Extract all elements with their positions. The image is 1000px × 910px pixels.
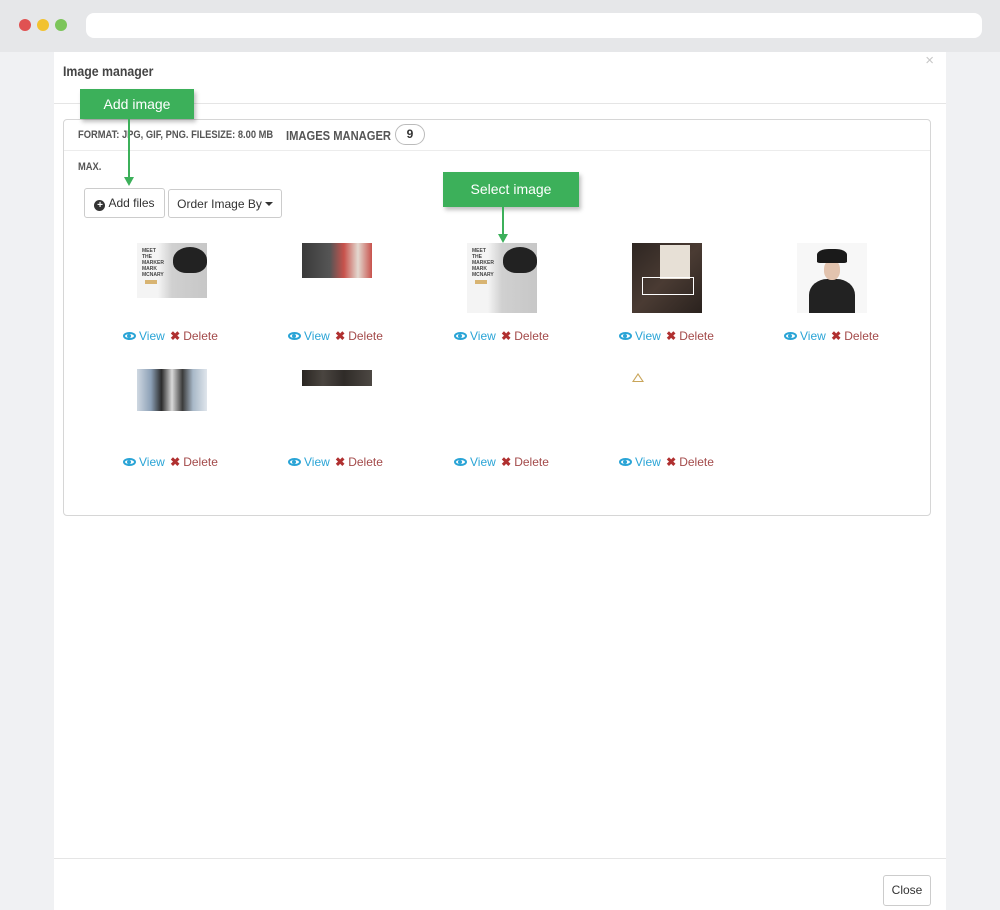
view-link[interactable]: View: [784, 329, 826, 343]
eye-icon: [123, 458, 136, 466]
eye-icon: [619, 332, 632, 340]
select-image-arrow-head: [498, 234, 508, 243]
image-actions: View ✖ Delete: [288, 455, 383, 469]
delete-link[interactable]: ✖ Delete: [829, 329, 879, 343]
image-thumbnail[interactable]: [797, 243, 867, 313]
image-thumbnail[interactable]: [302, 243, 372, 278]
select-image-arrow-line: [502, 207, 504, 235]
delete-link[interactable]: ✖ Delete: [499, 455, 549, 469]
delete-link[interactable]: ✖ Delete: [333, 455, 383, 469]
image-actions: View ✖ Delete: [123, 329, 218, 343]
image-actions: View ✖ Delete: [454, 455, 549, 469]
add-image-arrow-line: [128, 119, 130, 178]
image-count-badge: 9: [395, 124, 425, 145]
image-thumbnail[interactable]: [632, 243, 702, 313]
image-thumbnail[interactable]: [467, 369, 537, 389]
thumbnail-tag: [475, 280, 487, 284]
view-link[interactable]: View: [619, 455, 661, 469]
view-link[interactable]: View: [454, 455, 496, 469]
x-mark-icon: ✖: [170, 455, 181, 469]
x-mark-icon: ✖: [666, 455, 677, 469]
image-thumbnail[interactable]: [302, 370, 372, 386]
view-link[interactable]: View: [619, 329, 661, 343]
x-mark-icon: ✖: [335, 329, 346, 343]
eye-icon: [454, 458, 467, 466]
close-icon[interactable]: ×: [925, 52, 934, 70]
delete-link[interactable]: ✖ Delete: [664, 329, 714, 343]
view-link[interactable]: View: [288, 455, 330, 469]
x-mark-icon: ✖: [666, 329, 677, 343]
add-image-arrow-head: [124, 177, 134, 186]
view-link[interactable]: View: [123, 329, 165, 343]
image-actions: View ✖ Delete: [784, 329, 879, 343]
image-actions: View ✖ Delete: [454, 329, 549, 343]
hat-shape: [503, 247, 537, 273]
card-shape: [642, 277, 694, 295]
add-files-label: Add files: [108, 196, 155, 210]
view-link[interactable]: View: [288, 329, 330, 343]
face-shape: [824, 260, 840, 280]
browser-chrome: [0, 0, 1000, 52]
view-link[interactable]: View: [123, 455, 165, 469]
close-button[interactable]: Close: [883, 875, 931, 906]
eye-icon: [454, 332, 467, 340]
panel-header: FORMAT: JPG, GIF, PNG. FILESIZE: 8.00 MB…: [64, 120, 930, 151]
window-maximize-dot[interactable]: [55, 19, 67, 31]
modal-title: Image manager: [63, 63, 154, 79]
delete-link[interactable]: ✖ Delete: [499, 329, 549, 343]
delete-link[interactable]: ✖ Delete: [333, 329, 383, 343]
max-info: MAX.: [78, 161, 102, 173]
thumbnail-tag: [145, 280, 157, 284]
eye-icon: [784, 332, 797, 340]
thumbnail-text: MEET THE MARKER MARK MCNARY: [472, 248, 494, 278]
image-thumbnail[interactable]: [137, 369, 207, 411]
broken-image-icon: [632, 373, 644, 382]
plus-circle-icon: +: [94, 200, 106, 211]
view-link[interactable]: View: [454, 329, 496, 343]
caret-down-icon: [264, 202, 273, 206]
modal-footer: Close: [54, 858, 946, 910]
delete-link[interactable]: ✖ Delete: [664, 455, 714, 469]
eye-icon: [288, 458, 301, 466]
x-mark-icon: ✖: [501, 455, 512, 469]
image-actions: View ✖ Delete: [288, 329, 383, 343]
eye-icon: [288, 332, 301, 340]
select-image-callout: Select image: [443, 172, 579, 207]
add-image-callout: Add image: [80, 89, 194, 119]
image-actions: View ✖ Delete: [123, 455, 218, 469]
magazine-shape: [660, 245, 690, 279]
x-mark-icon: ✖: [831, 329, 842, 343]
images-manager-label: IMAGES MANAGER: [286, 128, 391, 143]
hat-shape: [173, 247, 207, 273]
image-actions: View ✖ Delete: [619, 455, 714, 469]
image-actions: View ✖ Delete: [619, 329, 714, 343]
thumbnail-text: MEET THE MARKER MARK MCNARY: [142, 248, 164, 278]
image-thumbnail[interactable]: MEET THE MARKER MARK MCNARY: [467, 243, 537, 313]
x-mark-icon: ✖: [501, 329, 512, 343]
order-image-by-dropdown[interactable]: Order Image By: [168, 189, 282, 218]
body-shape: [809, 279, 855, 313]
delete-link[interactable]: ✖ Delete: [168, 329, 218, 343]
x-mark-icon: ✖: [170, 329, 181, 343]
add-files-button[interactable]: + Add files: [84, 188, 165, 218]
window-minimize-dot[interactable]: [37, 19, 49, 31]
hat-shape: [817, 249, 847, 263]
delete-link[interactable]: ✖ Delete: [168, 455, 218, 469]
order-image-by-label: Order Image By: [177, 197, 262, 211]
format-info: FORMAT: JPG, GIF, PNG. FILESIZE: 8.00 MB: [78, 129, 274, 141]
eye-icon: [619, 458, 632, 466]
image-thumbnail[interactable]: MEET THE MARKER MARK MCNARY: [137, 243, 207, 298]
image-thumbnail[interactable]: [632, 373, 646, 385]
eye-icon: [123, 332, 136, 340]
window-close-dot[interactable]: [19, 19, 31, 31]
address-bar[interactable]: [86, 13, 982, 38]
x-mark-icon: ✖: [335, 455, 346, 469]
